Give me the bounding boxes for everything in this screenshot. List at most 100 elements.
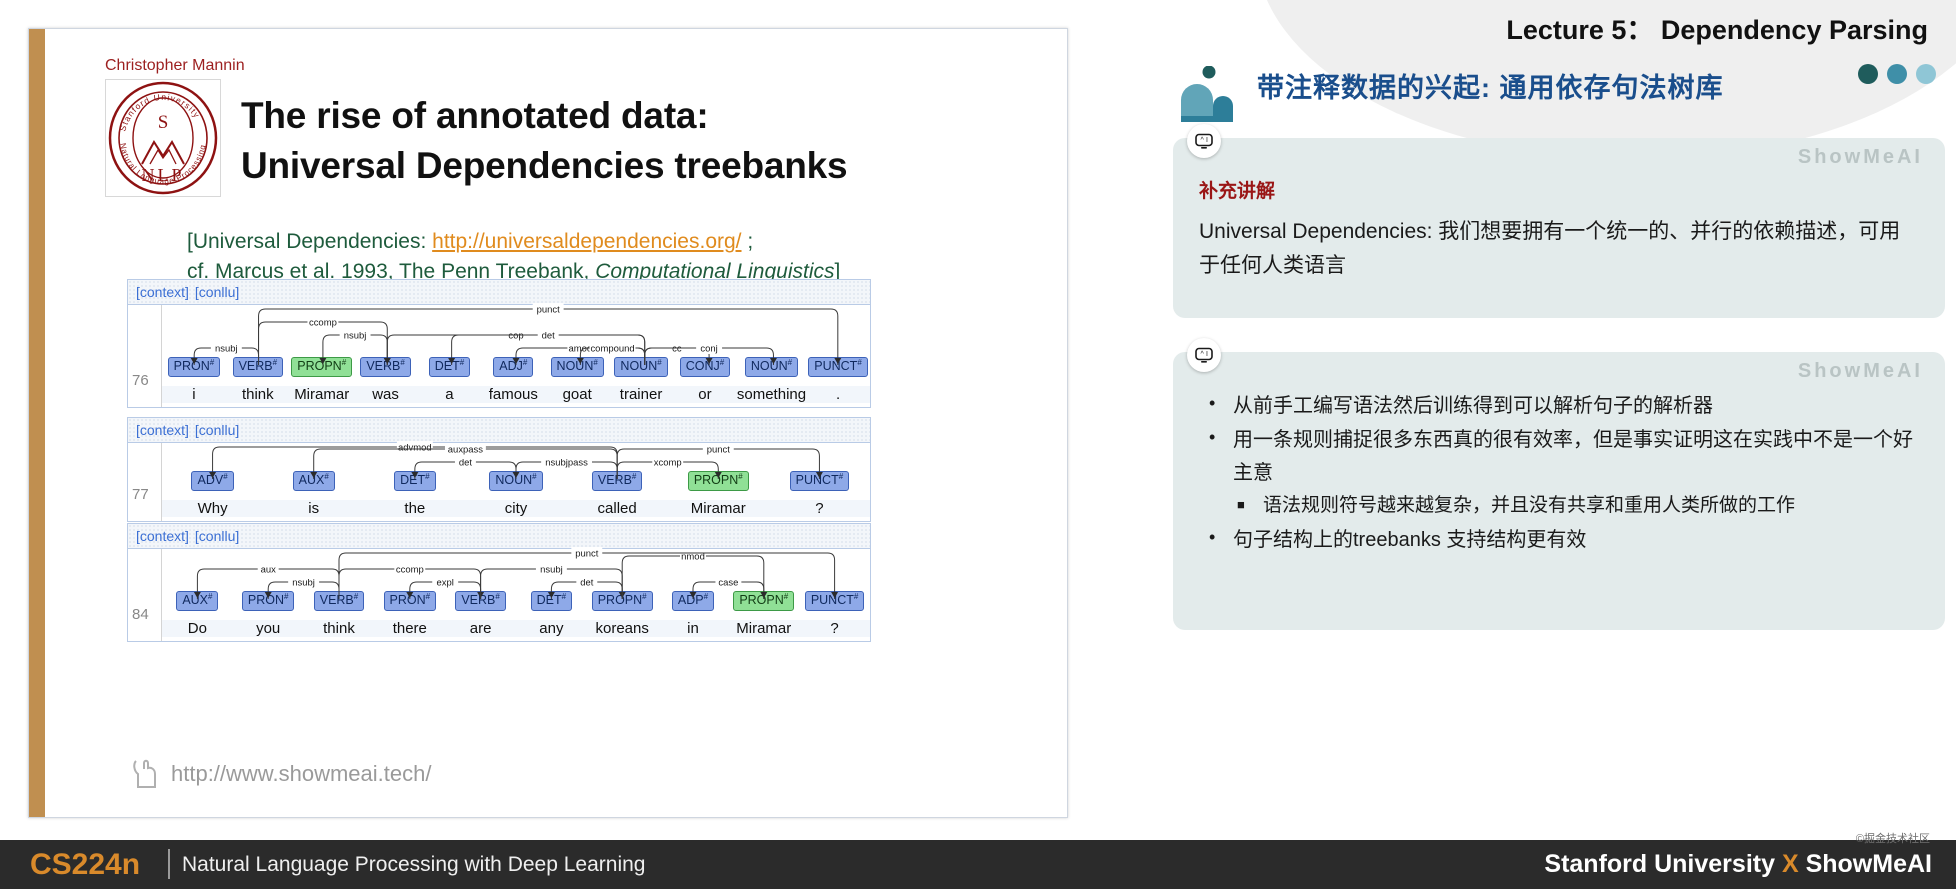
- arc-label: nsubjpass: [545, 457, 588, 468]
- conllu-link[interactable]: [conllu]: [195, 422, 239, 438]
- arc-arrowhead: [512, 358, 520, 364]
- arc-label: expl: [437, 577, 454, 588]
- token-word: in: [657, 620, 729, 637]
- slide-title-line-2: Universal Dependencies treebanks: [241, 144, 848, 186]
- slide-area: Christopher Manning S NLP Stanford Unive…: [0, 0, 1165, 840]
- parse-block-links: [context] [conllu]: [128, 280, 870, 305]
- token-word: there: [374, 620, 446, 637]
- conllu-link[interactable]: [conllu]: [195, 528, 239, 544]
- arc-label: nsubj: [344, 330, 367, 341]
- token-word: think: [303, 620, 375, 637]
- svg-text:^: ^: [1201, 351, 1205, 358]
- arc-label: punct: [537, 304, 560, 315]
- arc-label: punct: [575, 548, 598, 559]
- arc-label: nsubj: [540, 564, 563, 575]
- arc-arrowhead: [815, 472, 823, 478]
- cursor-hand-icon: [133, 759, 156, 788]
- showmeai-brand: ShowMeAI: [1805, 850, 1932, 878]
- arc-label: ccomp: [396, 564, 424, 575]
- gutter: [128, 305, 162, 407]
- citation-prefix: [Universal Dependencies:: [187, 230, 433, 253]
- decorative-dots: [1858, 64, 1936, 84]
- slide-citation: [Universal Dependencies: http://universa…: [187, 227, 1067, 287]
- context-link[interactable]: [context]: [136, 422, 189, 438]
- sentence-id: 84: [132, 606, 149, 623]
- card1-heading: 补充讲解: [1199, 181, 1276, 202]
- bullet-item: 句子结构上的treebanks 支持结构更有效: [1199, 523, 1919, 556]
- token-word: called: [566, 500, 668, 517]
- svg-text:I: I: [1206, 137, 1208, 144]
- dependency-arcs: aux nsubj ccomp expl nsubj det case nmod punct: [162, 547, 870, 599]
- token-word: Miramar: [667, 500, 769, 517]
- universal-dependencies-link[interactable]: http://universaldependencies.org/: [432, 230, 741, 253]
- university-name: Stanford University: [1544, 850, 1775, 878]
- robot-icon: ^ I: [1187, 124, 1221, 158]
- token-word: goat: [545, 386, 610, 403]
- stanford-nlp-logo-icon: S NLP Stanford University Natural Langua…: [105, 79, 221, 197]
- arc-label: cop: [508, 330, 523, 341]
- context-link[interactable]: [context]: [136, 284, 189, 300]
- lecture-title: Lecture 5： Dependency Parsing: [1506, 15, 1928, 45]
- arc-arrowhead: [411, 472, 419, 478]
- parse-block: [context] [conllu] 76 PRON# i VERB# think PROPN…: [127, 279, 871, 408]
- token-word: any: [515, 620, 587, 637]
- conllu-link[interactable]: [conllu]: [195, 284, 239, 300]
- token-word: are: [445, 620, 516, 637]
- svg-text:I: I: [1206, 351, 1208, 358]
- arc-arrowhead: [714, 472, 722, 478]
- arc-arrowhead: [576, 358, 584, 364]
- gutter: [128, 443, 162, 521]
- arc-label: ccomp: [309, 317, 337, 328]
- parse-block-links: [context] [conllu]: [128, 524, 870, 549]
- card1-body: Universal Dependencies: 我们想要拥有一个统一的、并行的依…: [1199, 220, 1901, 278]
- arc-label: det: [580, 577, 594, 588]
- sentence-id: 76: [132, 372, 149, 389]
- parse-block-links: [context] [conllu]: [128, 418, 870, 443]
- arc-arrowhead: [190, 358, 198, 364]
- citation-line-1: [Universal Dependencies: http://universa…: [187, 227, 1067, 257]
- svg-text:^: ^: [1201, 137, 1205, 144]
- arc-arrowhead: [383, 358, 391, 364]
- arc-label: conj: [700, 343, 717, 354]
- arc-arrowhead: [193, 592, 201, 598]
- arc-label: nsubj: [215, 343, 238, 354]
- section-title: 带注释数据的兴起: 通用依存句法树库: [1257, 73, 1724, 103]
- token-word: .: [806, 386, 870, 403]
- context-link[interactable]: [context]: [136, 528, 189, 544]
- arc-arrowhead: [448, 358, 456, 364]
- footer-url: http://www.showmeai.tech/: [131, 757, 431, 791]
- arc-arrowhead: [769, 358, 777, 364]
- right-panel: Lecture 5： Dependency Parsing 带注释数据的兴起: …: [1165, 0, 1956, 840]
- token-word: a: [417, 386, 482, 403]
- arc-arrowhead: [209, 472, 217, 478]
- slide-title: The rise of annotated data: Universal De…: [241, 91, 1041, 191]
- arc-arrowhead: [406, 592, 414, 598]
- bottom-brand-row: Stanford University X ShowMeAI: [1544, 850, 1932, 879]
- slide-accent-bar: [29, 29, 45, 817]
- author-name: Christopher Manning: [105, 57, 245, 74]
- token-word: koreans: [586, 620, 658, 637]
- dot-2: [1887, 64, 1907, 84]
- robot-icon: ^ I: [1187, 338, 1221, 372]
- arc-label: compound: [590, 343, 634, 354]
- dot-3: [1916, 64, 1936, 84]
- footer-url-text[interactable]: http://www.showmeai.tech/: [171, 761, 431, 787]
- arc-arrowhead: [547, 592, 555, 598]
- arc-arrowhead: [689, 592, 697, 598]
- arc-arrowhead: [705, 358, 713, 364]
- dot-1: [1858, 64, 1878, 84]
- watermark: ©掘金技术社区: [1855, 833, 1930, 845]
- arc-arrowhead: [760, 592, 768, 598]
- parse-body: 76 PRON# i VERB# think PROPN# Miramar VERB# was D…: [128, 303, 870, 407]
- notes-card: ^ I ShowMeAI 从前手工编写语法然后训练得到可以解析句子的解析器用一条…: [1173, 338, 1945, 630]
- bullet-list: 从前手工编写语法然后训练得到可以解析句子的解析器用一条规则捕捉很多东西真的很有效…: [1199, 389, 1919, 556]
- arc-label: nsubj: [292, 577, 315, 588]
- arc-label: cc: [672, 343, 682, 354]
- arc-arrowhead: [319, 358, 327, 364]
- course-code: CS224n: [30, 848, 141, 881]
- dependency-arcs: advmod auxpass det nsubjpass xcomp punct: [162, 441, 870, 479]
- token-word: trainer: [609, 386, 673, 403]
- bullet-item: 用一条规则捕捉很多东西真的很有效率，但是事实证明这在实践中不是一个好主意: [1199, 423, 1919, 489]
- token-word: something: [736, 386, 807, 403]
- section-title-row: 带注释数据的兴起: 通用依存句法树库: [1165, 58, 1956, 128]
